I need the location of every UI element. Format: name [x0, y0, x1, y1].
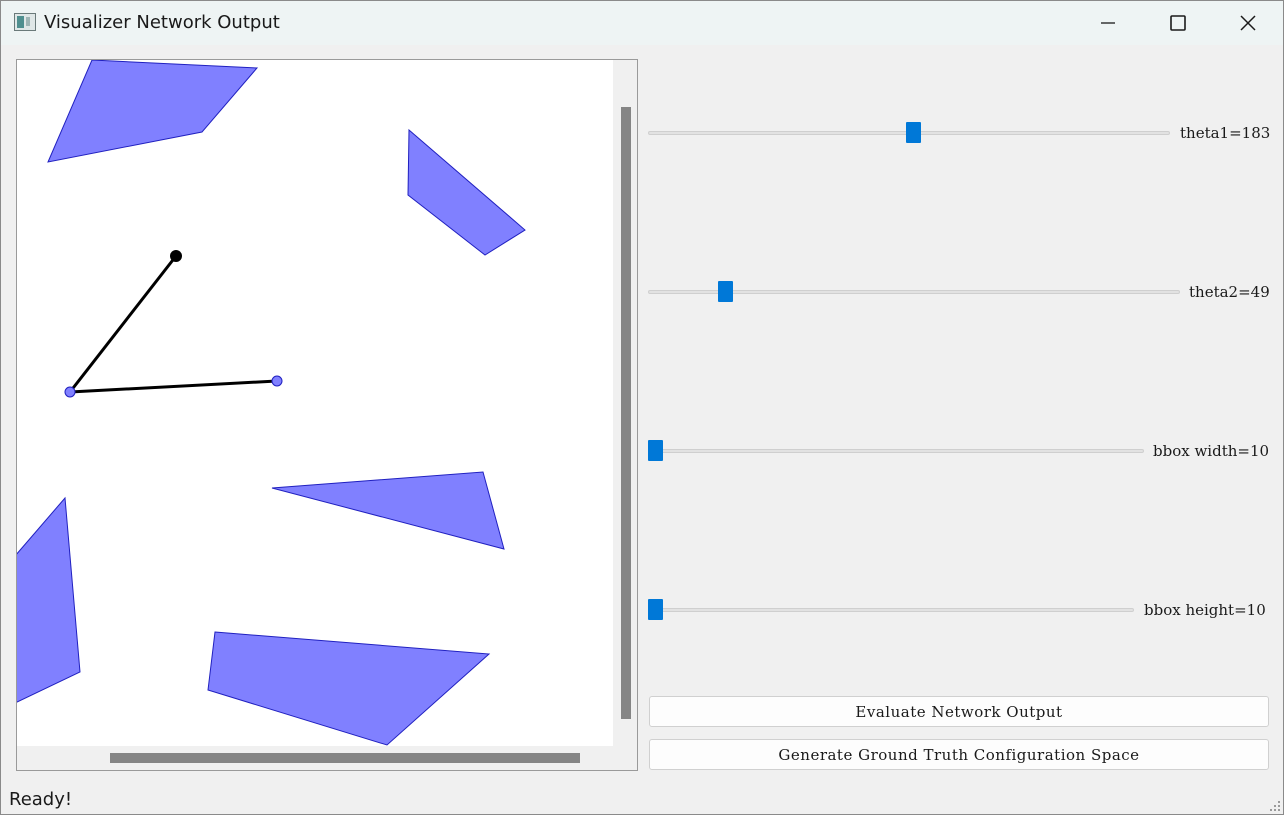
workspace-drawing [17, 60, 526, 746]
maximize-button[interactable] [1143, 1, 1213, 45]
arm-joint [271, 375, 283, 387]
app-window: Visualizer Network Output theta1=183 the… [0, 0, 1284, 815]
arm-end-effector [170, 250, 182, 262]
bbox-width-label: bbox width=10 [1153, 442, 1270, 460]
arm-link-1 [68, 255, 178, 393]
close-button[interactable] [1213, 1, 1283, 45]
theta1-slider-handle[interactable] [906, 122, 921, 143]
theta2-label: theta2=49 [1189, 283, 1270, 301]
arm-link-2 [69, 379, 278, 394]
bbox-width-slider[interactable]: bbox width=10 [648, 439, 1270, 463]
close-icon [1240, 15, 1256, 31]
obstacle [407, 128, 526, 256]
window-title: Visualizer Network Output [44, 12, 280, 33]
robot-arm [64, 250, 283, 398]
title-bar[interactable]: Visualizer Network Output [1, 1, 1283, 45]
generate-ground-truth-button[interactable]: Generate Ground Truth Configuration Spac… [649, 739, 1269, 770]
maximize-icon [1170, 15, 1186, 31]
bbox-width-slider-handle[interactable] [648, 440, 663, 461]
bbox-height-slider[interactable]: bbox height=10 [648, 598, 1270, 622]
bbox-height-slider-handle[interactable] [648, 599, 663, 620]
obstacle [47, 60, 259, 163]
theta2-slider[interactable]: theta2=49 [648, 280, 1270, 304]
size-grip-icon[interactable] [1269, 800, 1281, 812]
app-icon [14, 13, 36, 31]
obstacle [207, 631, 491, 746]
obstacle [17, 496, 81, 703]
evaluate-network-output-button[interactable]: Evaluate Network Output [649, 696, 1269, 727]
obstacle [271, 471, 505, 550]
minimize-button[interactable] [1073, 1, 1143, 45]
minimize-icon [1101, 22, 1115, 24]
arm-base-joint [64, 386, 76, 398]
status-bar-message: Ready! [9, 789, 73, 810]
scene-view[interactable] [16, 59, 638, 771]
workspace-canvas[interactable] [17, 60, 613, 746]
vertical-scrollbar[interactable] [621, 107, 631, 719]
bbox-height-label: bbox height=10 [1144, 601, 1266, 619]
horizontal-scrollbar[interactable] [110, 753, 580, 763]
theta1-label: theta1=183 [1180, 124, 1271, 142]
theta2-slider-handle[interactable] [718, 281, 733, 302]
theta1-slider[interactable]: theta1=183 [648, 121, 1270, 145]
